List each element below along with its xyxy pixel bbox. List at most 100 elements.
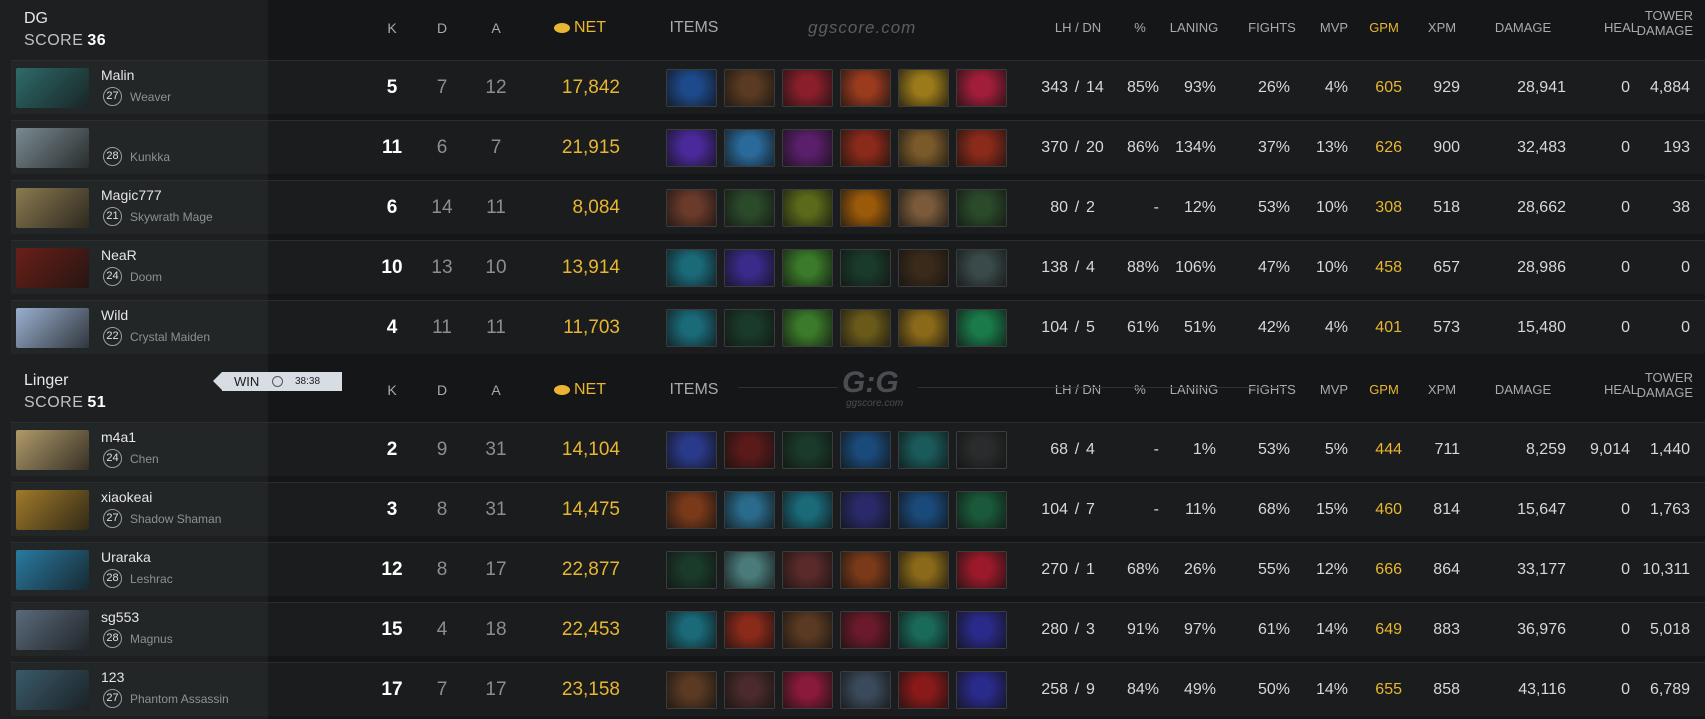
item-icon[interactable] bbox=[666, 309, 717, 347]
col-deaths[interactable]: D bbox=[422, 382, 462, 398]
item-icon[interactable] bbox=[840, 671, 891, 709]
item-icon[interactable] bbox=[782, 309, 833, 347]
item-icon[interactable] bbox=[782, 491, 833, 529]
col-items[interactable]: ITEMS bbox=[664, 381, 724, 399]
item-icon[interactable] bbox=[956, 491, 1007, 529]
item-icon[interactable] bbox=[724, 491, 775, 529]
col-assists[interactable]: A bbox=[476, 20, 516, 36]
item-icon[interactable] bbox=[956, 249, 1007, 287]
player-name[interactable]: NeaR bbox=[101, 247, 137, 263]
item-icon[interactable] bbox=[898, 309, 949, 347]
hero-portrait[interactable] bbox=[16, 188, 89, 228]
item-icon[interactable] bbox=[666, 491, 717, 529]
item-icon[interactable] bbox=[724, 69, 775, 107]
item-icon[interactable] bbox=[724, 309, 775, 347]
hero-portrait[interactable] bbox=[16, 490, 89, 530]
hero-portrait[interactable] bbox=[16, 610, 89, 650]
player-name[interactable]: Magic777 bbox=[101, 187, 162, 203]
item-icon[interactable] bbox=[840, 431, 891, 469]
col-lh-dn[interactable]: LH / DN bbox=[1038, 20, 1118, 35]
item-icon[interactable] bbox=[840, 129, 891, 167]
item-icon[interactable] bbox=[724, 611, 775, 649]
item-icon[interactable] bbox=[840, 491, 891, 529]
player-card[interactable]: NeaR 24 Doom bbox=[11, 240, 268, 294]
player-card[interactable]: Wild 22 Crystal Maiden bbox=[11, 300, 268, 354]
player-card[interactable]: 123 27 Phantom Assassin bbox=[11, 662, 268, 716]
item-icon[interactable] bbox=[956, 671, 1007, 709]
hero-portrait[interactable] bbox=[16, 68, 89, 108]
item-icon[interactable] bbox=[840, 189, 891, 227]
item-icon[interactable] bbox=[666, 671, 717, 709]
item-icon[interactable] bbox=[898, 551, 949, 589]
item-icon[interactable] bbox=[898, 611, 949, 649]
item-icon[interactable] bbox=[724, 189, 775, 227]
col-pct[interactable]: % bbox=[1128, 20, 1152, 35]
item-icon[interactable] bbox=[666, 431, 717, 469]
item-icon[interactable] bbox=[840, 249, 891, 287]
item-icon[interactable] bbox=[898, 69, 949, 107]
item-icon[interactable] bbox=[782, 69, 833, 107]
col-pct[interactable]: % bbox=[1128, 382, 1152, 397]
item-icon[interactable] bbox=[840, 551, 891, 589]
col-tower-damage[interactable]: TOWER DAMAGE bbox=[1618, 370, 1693, 400]
player-card[interactable]: 28 Kunkka bbox=[11, 120, 268, 174]
hero-portrait[interactable] bbox=[16, 128, 89, 168]
item-icon[interactable] bbox=[782, 129, 833, 167]
item-icon[interactable] bbox=[782, 671, 833, 709]
item-icon[interactable] bbox=[724, 671, 775, 709]
item-icon[interactable] bbox=[956, 309, 1007, 347]
player-name[interactable]: sg553 bbox=[101, 609, 139, 625]
player-card[interactable]: Uraraka 28 Leshrac bbox=[11, 542, 268, 596]
hero-portrait[interactable] bbox=[16, 670, 89, 710]
item-icon[interactable] bbox=[956, 129, 1007, 167]
item-icon[interactable] bbox=[898, 249, 949, 287]
item-icon[interactable] bbox=[782, 189, 833, 227]
hero-portrait[interactable] bbox=[16, 430, 89, 470]
col-networth[interactable]: NET bbox=[540, 19, 620, 37]
player-name[interactable]: xiaokeai bbox=[101, 489, 152, 505]
hero-portrait[interactable] bbox=[16, 550, 89, 590]
item-icon[interactable] bbox=[898, 491, 949, 529]
col-tower-damage[interactable]: TOWER DAMAGE bbox=[1618, 8, 1693, 38]
player-card[interactable]: Malin 27 Weaver bbox=[11, 60, 268, 114]
player-name[interactable]: 123 bbox=[101, 669, 124, 685]
item-icon[interactable] bbox=[724, 431, 775, 469]
player-name[interactable]: m4a1 bbox=[101, 429, 136, 445]
col-kills[interactable]: K bbox=[372, 382, 412, 398]
item-icon[interactable] bbox=[666, 249, 717, 287]
col-lh-dn[interactable]: LH / DN bbox=[1038, 382, 1118, 397]
col-deaths[interactable]: D bbox=[422, 20, 462, 36]
item-icon[interactable] bbox=[840, 309, 891, 347]
col-assists[interactable]: A bbox=[476, 382, 516, 398]
player-card[interactable]: xiaokeai 27 Shadow Shaman bbox=[11, 482, 268, 536]
col-networth[interactable]: NET bbox=[540, 381, 620, 399]
item-icon[interactable] bbox=[666, 69, 717, 107]
item-icon[interactable] bbox=[898, 671, 949, 709]
col-laning[interactable]: LANING bbox=[1156, 20, 1232, 35]
player-name[interactable]: Wild bbox=[101, 307, 128, 323]
player-card[interactable]: sg553 28 Magnus bbox=[11, 602, 268, 656]
item-icon[interactable] bbox=[782, 249, 833, 287]
item-icon[interactable] bbox=[898, 189, 949, 227]
col-laning[interactable]: LANING bbox=[1156, 382, 1232, 397]
item-icon[interactable] bbox=[956, 189, 1007, 227]
item-icon[interactable] bbox=[840, 611, 891, 649]
item-icon[interactable] bbox=[782, 551, 833, 589]
item-icon[interactable] bbox=[898, 431, 949, 469]
item-icon[interactable] bbox=[956, 611, 1007, 649]
item-icon[interactable] bbox=[956, 69, 1007, 107]
item-icon[interactable] bbox=[956, 431, 1007, 469]
item-icon[interactable] bbox=[956, 551, 1007, 589]
item-icon[interactable] bbox=[666, 129, 717, 167]
item-icon[interactable] bbox=[666, 189, 717, 227]
hero-portrait[interactable] bbox=[16, 308, 89, 348]
player-name[interactable]: Malin bbox=[101, 67, 134, 83]
player-card[interactable]: Magic777 21 Skywrath Mage bbox=[11, 180, 268, 234]
col-kills[interactable]: K bbox=[372, 20, 412, 36]
player-card[interactable]: m4a1 24 Chen bbox=[11, 422, 268, 476]
item-icon[interactable] bbox=[724, 249, 775, 287]
item-icon[interactable] bbox=[724, 129, 775, 167]
player-name[interactable]: Uraraka bbox=[101, 549, 151, 565]
item-icon[interactable] bbox=[724, 551, 775, 589]
item-icon[interactable] bbox=[840, 69, 891, 107]
